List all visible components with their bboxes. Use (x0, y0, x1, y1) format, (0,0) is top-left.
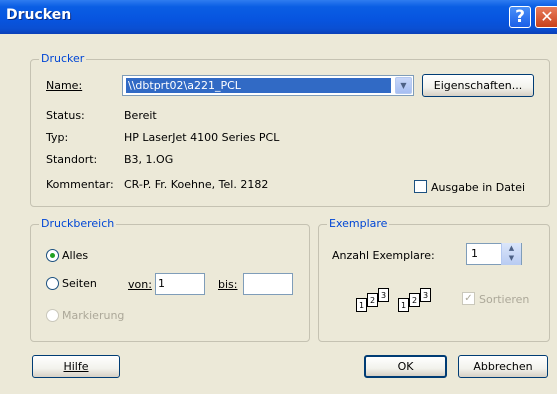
properties-button[interactable]: Eigenschaften... (422, 74, 534, 97)
printer-name-value: \\dbtprt02\a221_PCL (126, 78, 391, 93)
comment-label: Kommentar: (46, 178, 114, 191)
to-input[interactable] (243, 273, 293, 295)
collate-page-3a: 3 (378, 288, 389, 302)
copies-group: Exemplare (318, 217, 550, 342)
status-value: Bereit (124, 109, 157, 122)
spin-up-icon[interactable]: ▲ (502, 243, 521, 253)
ok-button[interactable]: OK (364, 355, 447, 378)
location-label: Standort: (46, 153, 98, 166)
close-icon[interactable]: ✕ (535, 6, 557, 28)
to-label: bis: (218, 278, 238, 291)
help-icon[interactable]: ? (509, 6, 531, 28)
print-dialog: Drucken ? ✕ Drucker Name: \\dbtprt02\a22… (0, 0, 557, 394)
name-label: Name: (46, 79, 83, 92)
comment-value: CR-P. Fr. Koehne, Tel. 2182 (124, 178, 269, 191)
printer-group-label: Drucker (39, 52, 87, 65)
help-button-label: Hilfe (63, 360, 89, 373)
type-label: Typ: (46, 131, 69, 144)
window-title: Drucken (6, 7, 72, 23)
copies-count-label: Anzahl Exemplare: (332, 249, 435, 262)
collate-page-2b: 2 (409, 293, 420, 307)
print-to-file-checkbox[interactable] (414, 180, 427, 193)
status-label: Status: (46, 109, 85, 122)
range-pages-radio[interactable] (46, 277, 59, 290)
cancel-button[interactable]: Abbrechen (458, 355, 548, 378)
from-input[interactable]: 1 (155, 273, 205, 295)
from-label: von: (128, 278, 152, 291)
help-button[interactable]: Hilfe (32, 355, 120, 378)
range-all-radio[interactable] (46, 249, 59, 262)
print-to-file-label[interactable]: Ausgabe in Datei (431, 181, 525, 194)
collate-page-2a: 2 (367, 293, 378, 307)
spin-down-icon[interactable]: ▼ (502, 253, 521, 263)
copies-group-label: Exemplare (327, 217, 390, 230)
printer-name-select[interactable]: \\dbtprt02\a221_PCL ▼ (122, 75, 414, 96)
type-value: HP LaserJet 4100 Series PCL (124, 131, 280, 144)
copies-spinner[interactable]: ▲ ▼ (501, 243, 521, 265)
range-all-label[interactable]: Alles (62, 249, 88, 262)
range-pages-label[interactable]: Seiten (62, 277, 97, 290)
collate-checkbox: ✓ (462, 292, 475, 305)
collate-page-1a: 1 (356, 298, 367, 312)
collate-page-1b: 1 (398, 298, 409, 312)
title-bar[interactable]: Drucken ? ✕ (0, 0, 557, 34)
collate-label: Sortieren (479, 293, 530, 306)
collate-page-3b: 3 (420, 288, 431, 302)
print-range-group-label: Druckbereich (39, 217, 117, 230)
location-value: B3, 1.OG (124, 153, 174, 166)
range-selection-radio (46, 309, 59, 322)
chevron-down-icon[interactable]: ▼ (395, 77, 412, 94)
range-selection-label: Markierung (62, 309, 125, 322)
